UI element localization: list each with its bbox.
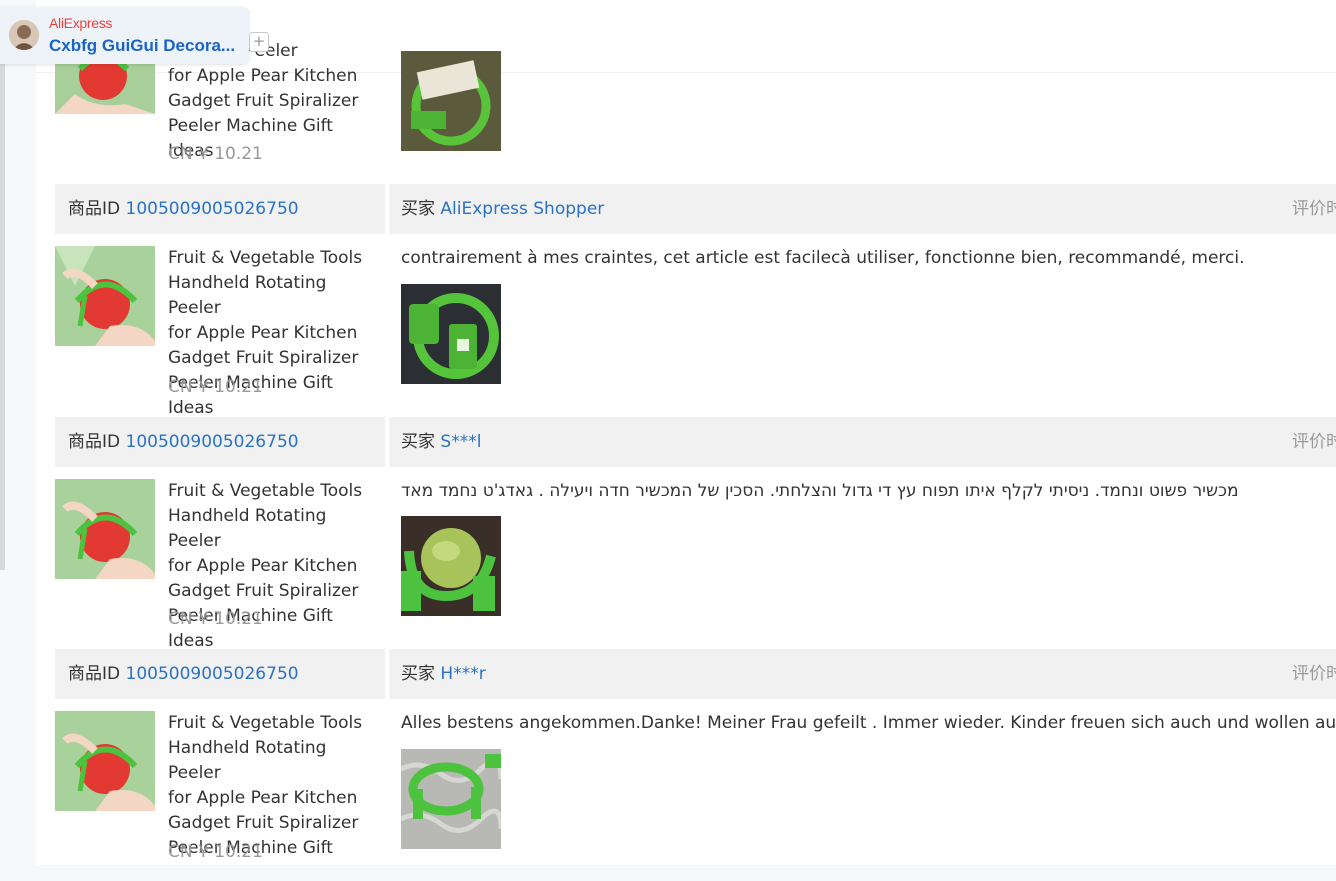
review-text: מכשיר פשוט ונחמד. ניסיתי לקלף איתו תפוח …	[401, 481, 1239, 501]
buyer-link[interactable]: H***r	[440, 664, 485, 684]
product-name-line: Gadget Fruit Spiralizer	[168, 813, 359, 833]
review-photo[interactable]	[401, 51, 501, 151]
product-thumbnail[interactable]	[55, 711, 155, 811]
product-name-line: for Apple Pear Kitchen	[168, 323, 358, 343]
product-name-line: Handheld Rotating Peeler	[168, 273, 327, 318]
left-scrollbar[interactable]	[0, 60, 5, 570]
review-header: 商品ID 1005009005026750 买家 S***l 评价时	[55, 417, 1336, 467]
product-id-cell: 商品ID 1005009005026750	[55, 184, 385, 234]
product-price: CN ¥ 10.21	[168, 144, 263, 164]
buyer-link[interactable]: S***l	[440, 432, 481, 452]
product-id-link[interactable]: 1005009005026750	[126, 199, 299, 219]
review-photo[interactable]	[401, 516, 501, 616]
product-id-link[interactable]: 1005009005026750	[126, 432, 299, 452]
product-price: CN ¥ 10.21	[168, 377, 263, 397]
product-id-label: 商品ID	[68, 199, 121, 219]
review-photo[interactable]	[401, 284, 501, 384]
product-thumbnail[interactable]	[55, 479, 155, 579]
reviews-page: Rotating Peeler for Apple Pear Kitchen G…	[36, 0, 1336, 865]
review-header: 商品ID 1005009005026750 买家 H***r 评价时	[55, 649, 1336, 699]
review-photo[interactable]	[401, 749, 501, 849]
review-text: Alles bestens angekommen.Danke! Meiner F…	[401, 713, 1336, 733]
product-name-line: Gadget Fruit Spiralizer	[168, 348, 359, 368]
review-time-label: 评价时	[1292, 432, 1336, 452]
product-id-cell: 商品ID 1005009005026750	[55, 417, 385, 467]
avatar	[9, 20, 39, 50]
product-thumbnail[interactable]	[55, 246, 155, 346]
product-price: CN ¥ 10.21	[168, 842, 263, 862]
product-id-cell: 商品ID 1005009005026750	[55, 649, 385, 699]
product-id-label: 商品ID	[68, 432, 121, 452]
browser-tab-popup[interactable]: AliExpress Cxbfg GuiGui Decora... +	[0, 7, 269, 64]
buyer-label: 买家	[401, 432, 435, 452]
buyer-cell: 买家 S***l 评价时	[389, 417, 1336, 467]
product-name-line: Gadget Fruit Spiralizer	[168, 581, 359, 601]
product-price: CN ¥ 10.21	[168, 609, 263, 629]
bottom-strip	[0, 865, 1336, 881]
product-name-line: Gadget Fruit Spiralizer	[168, 91, 359, 111]
product-name-line: Fruit & Vegetable Tools	[168, 248, 363, 268]
review-time-label: 评价时	[1292, 664, 1336, 684]
review-header: 商品ID 1005009005026750 买家 AliExpress Shop…	[55, 184, 1336, 234]
product-id-link[interactable]: 1005009005026750	[126, 664, 299, 684]
aliexpress-logo: AliExpress	[49, 15, 113, 31]
buyer-cell: 买家 AliExpress Shopper 评价时	[389, 184, 1336, 234]
review-time-label: 评价时	[1292, 199, 1336, 219]
buyer-label: 买家	[401, 664, 435, 684]
product-name-line: Fruit & Vegetable Tools	[168, 713, 363, 733]
buyer-cell: 买家 H***r 评价时	[389, 649, 1336, 699]
product-name-line: Handheld Rotating Peeler	[168, 738, 327, 783]
product-name-line: for Apple Pear Kitchen	[168, 66, 358, 86]
buyer-label: 买家	[401, 199, 435, 219]
add-tab-button[interactable]: +	[249, 32, 269, 52]
product-name-line: for Apple Pear Kitchen	[168, 556, 358, 576]
tab-title[interactable]: Cxbfg GuiGui Decora...	[49, 36, 235, 56]
review-text: contrairement à mes craintes, cet articl…	[401, 248, 1245, 268]
product-id-label: 商品ID	[68, 664, 121, 684]
product-name-line: Handheld Rotating Peeler	[168, 506, 327, 551]
buyer-link[interactable]: AliExpress Shopper	[440, 199, 604, 219]
product-name-line: for Apple Pear Kitchen	[168, 788, 358, 808]
product-name-line: Fruit & Vegetable Tools	[168, 481, 363, 501]
